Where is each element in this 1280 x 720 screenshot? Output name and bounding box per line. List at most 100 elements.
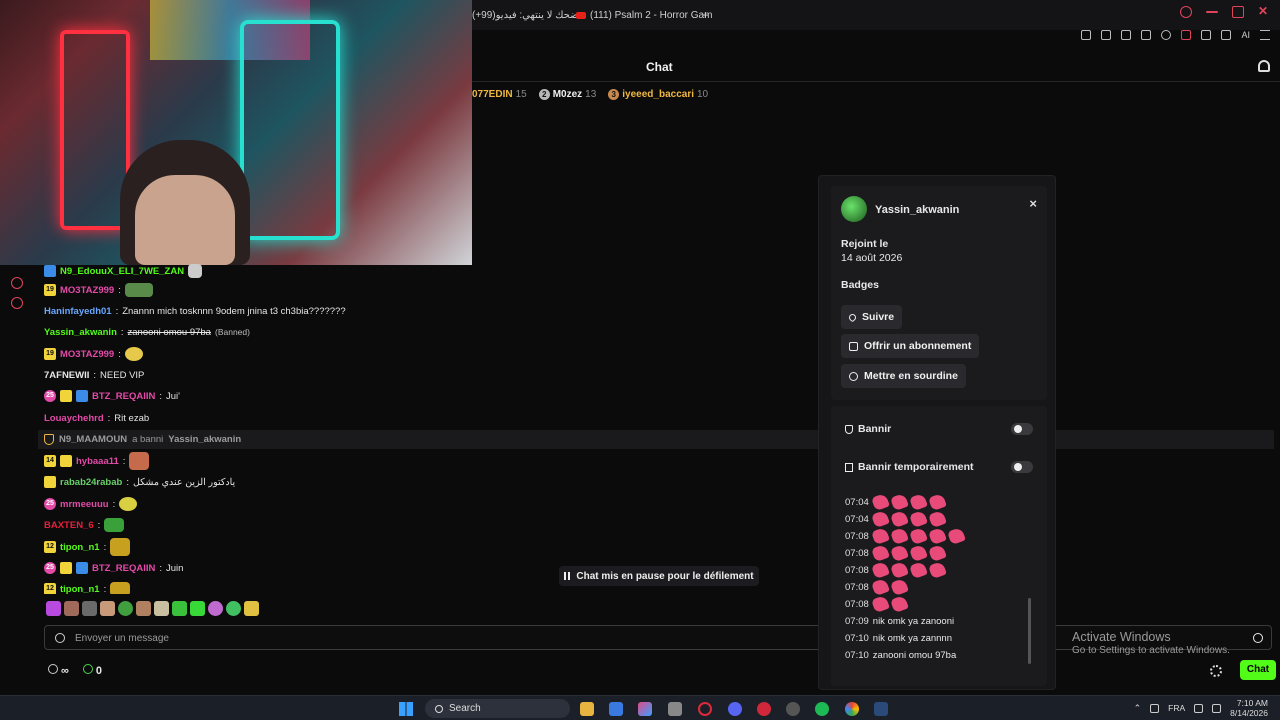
emote-picker-icon[interactable] [55, 633, 65, 643]
message-user[interactable]: N9_EdouuX_ELI_7WE_ZAN [60, 266, 184, 277]
file-explorer-icon[interactable] [580, 702, 594, 716]
profile-icon[interactable] [1201, 30, 1212, 40]
timeout-toggle[interactable] [1011, 461, 1033, 473]
browser-tab-2[interactable]: (111) Psalm 2 - Horror Gam [576, 7, 712, 23]
gear-icon[interactable] [1210, 665, 1222, 677]
taskbar-search[interactable]: Search [425, 699, 570, 718]
clock[interactable]: 7:10 AM 8/14/2026 [1230, 698, 1268, 718]
chat-message[interactable]: Yassin_akwanin: zanooni omou 97ba (Banne… [44, 323, 250, 341]
send-chat-button[interactable]: Chat [1240, 660, 1276, 680]
spotify-icon[interactable] [815, 702, 829, 716]
message-user[interactable]: Louaychehrd [44, 413, 104, 424]
steam-icon[interactable] [874, 702, 888, 716]
new-tab-button[interactable]: + [702, 7, 709, 23]
emote-icon[interactable] [118, 601, 133, 616]
leader-item[interactable]: 3 iyeeed_baccari 10 [608, 88, 708, 100]
message-user[interactable]: BTZ_REQAIIN [92, 563, 155, 574]
home-icon[interactable] [11, 277, 23, 289]
chrome-icon[interactable] [845, 702, 859, 716]
message-user[interactable]: MO3TAZ999 [60, 285, 114, 296]
points-item[interactable]: 0 [82, 664, 102, 677]
emote-icon[interactable] [226, 601, 241, 616]
shield-icon[interactable] [1121, 30, 1132, 40]
gift-subscription-button[interactable]: Offrir un abonnement [841, 334, 980, 358]
windows-start-icon[interactable] [399, 702, 413, 716]
emote-icon[interactable] [82, 601, 97, 616]
search-icon[interactable] [1180, 6, 1192, 18]
ai-button[interactable]: AI [1241, 30, 1250, 48]
message-user[interactable]: rabab24rabab [60, 477, 122, 488]
chat-paused-banner[interactable]: Chat mis en pause pour le défilement [559, 566, 759, 586]
emote-icon[interactable] [172, 601, 187, 616]
close-button[interactable]: × [1029, 196, 1037, 211]
banned-user[interactable]: Yassin_akwanin [168, 434, 241, 445]
store-icon[interactable] [609, 702, 623, 716]
chat-message[interactable]: 12 tipon_n1: [44, 538, 131, 556]
chevron-up-icon[interactable]: ⌃ [1134, 703, 1142, 714]
message-user[interactable]: tipon_n1 [60, 542, 100, 553]
snapshot-icon[interactable] [1101, 30, 1112, 40]
emote-icon[interactable] [46, 601, 61, 616]
message-input[interactable] [75, 630, 775, 646]
ban-toggle[interactable] [1011, 423, 1033, 435]
emote-icon[interactable] [190, 601, 205, 616]
app-icon[interactable] [757, 702, 771, 716]
settings-icon[interactable] [11, 297, 23, 309]
copilot-icon[interactable] [638, 702, 652, 716]
mute-button[interactable]: Mettre en sourdine [841, 364, 966, 388]
chat-message[interactable]: Haninfayedh01: Znannn mich tosknnn 9odem… [44, 302, 346, 320]
app-icon[interactable] [786, 702, 800, 716]
users-icon[interactable] [1258, 60, 1270, 72]
chat-message[interactable]: 14 hybaaa11: [44, 452, 150, 470]
chat-message[interactable]: 12 tipon_n1: [44, 580, 131, 595]
download-icon[interactable] [1221, 30, 1232, 40]
leader-item[interactable]: 2 M0zez 13 [538, 88, 596, 100]
wifi-icon[interactable] [1194, 703, 1204, 713]
emote-icon[interactable] [136, 601, 151, 616]
volume-icon[interactable] [1212, 703, 1222, 713]
message-user[interactable]: BAXTEN_6 [44, 520, 94, 531]
points-item[interactable]: ∞ [48, 664, 69, 677]
emote-icon[interactable] [100, 601, 115, 616]
discord-icon[interactable] [728, 702, 742, 716]
chat-message[interactable]: 7AFNEWII: NEED VIP [44, 366, 144, 384]
play-icon[interactable] [1141, 30, 1152, 40]
chat-message[interactable]: 25 mrmeeuuu: [44, 495, 138, 513]
emote-icon[interactable] [208, 601, 223, 616]
chat-message[interactable]: rabab24rabab: يادكتور الزين عندي مشكل [44, 473, 235, 491]
user-card-username[interactable]: Yassin_akwanin [875, 204, 959, 216]
chat-message[interactable]: 19 MO3TAZ999: [44, 281, 153, 299]
menu-icon[interactable] [1260, 30, 1270, 40]
chat-message[interactable]: BAXTEN_6: [44, 516, 125, 534]
message-user[interactable]: hybaaa11 [76, 456, 119, 467]
pin-icon[interactable] [1081, 30, 1092, 40]
chat-message[interactable]: N9_EdouuX_ELI_7WE_ZAN [44, 262, 203, 280]
message-user[interactable]: Yassin_akwanin [44, 327, 117, 338]
emote-icon[interactable] [244, 601, 259, 616]
message-user[interactable]: tipon_n1 [60, 584, 100, 595]
message-user[interactable]: mrmeeuuu [60, 499, 109, 510]
mic-icon[interactable] [1150, 703, 1160, 713]
emote-icon[interactable] [154, 601, 169, 616]
opera-icon[interactable] [698, 702, 712, 716]
language-indicator[interactable]: FRA [1168, 703, 1185, 713]
calculator-icon[interactable] [668, 702, 682, 716]
browser-tab-1[interactable]: (+99)ضحك لا ينتهي: فيديو [472, 7, 579, 23]
chat-message[interactable]: 19 MO3TAZ999: [44, 345, 143, 363]
message-user[interactable]: MO3TAZ999 [60, 349, 114, 360]
chat-message[interactable]: 25 BTZ_REQAIIN: Juin [44, 559, 183, 577]
message-user[interactable]: 7AFNEWII [44, 370, 89, 381]
leader-item[interactable]: 077EDIN 15 [472, 89, 527, 100]
follow-button[interactable]: Suivre [841, 305, 903, 329]
heart-icon[interactable] [1161, 30, 1172, 40]
maximize-icon[interactable] [1232, 6, 1244, 18]
smile-icon[interactable] [1253, 633, 1263, 643]
chat-message[interactable]: 25 BTZ_REQAIIN: Jui' [44, 387, 180, 405]
message-user[interactable]: Haninfayedh01 [44, 306, 112, 317]
emote-icon[interactable] [64, 601, 79, 616]
minimize-icon[interactable] [1206, 11, 1218, 13]
moderator-name[interactable]: N9_MAAMOUN [59, 434, 127, 445]
history-scrollbar[interactable] [1028, 598, 1031, 664]
chat-message[interactable]: Louaychehrd: Rit ezab [44, 409, 149, 427]
message-user[interactable]: BTZ_REQAIIN [92, 391, 155, 402]
